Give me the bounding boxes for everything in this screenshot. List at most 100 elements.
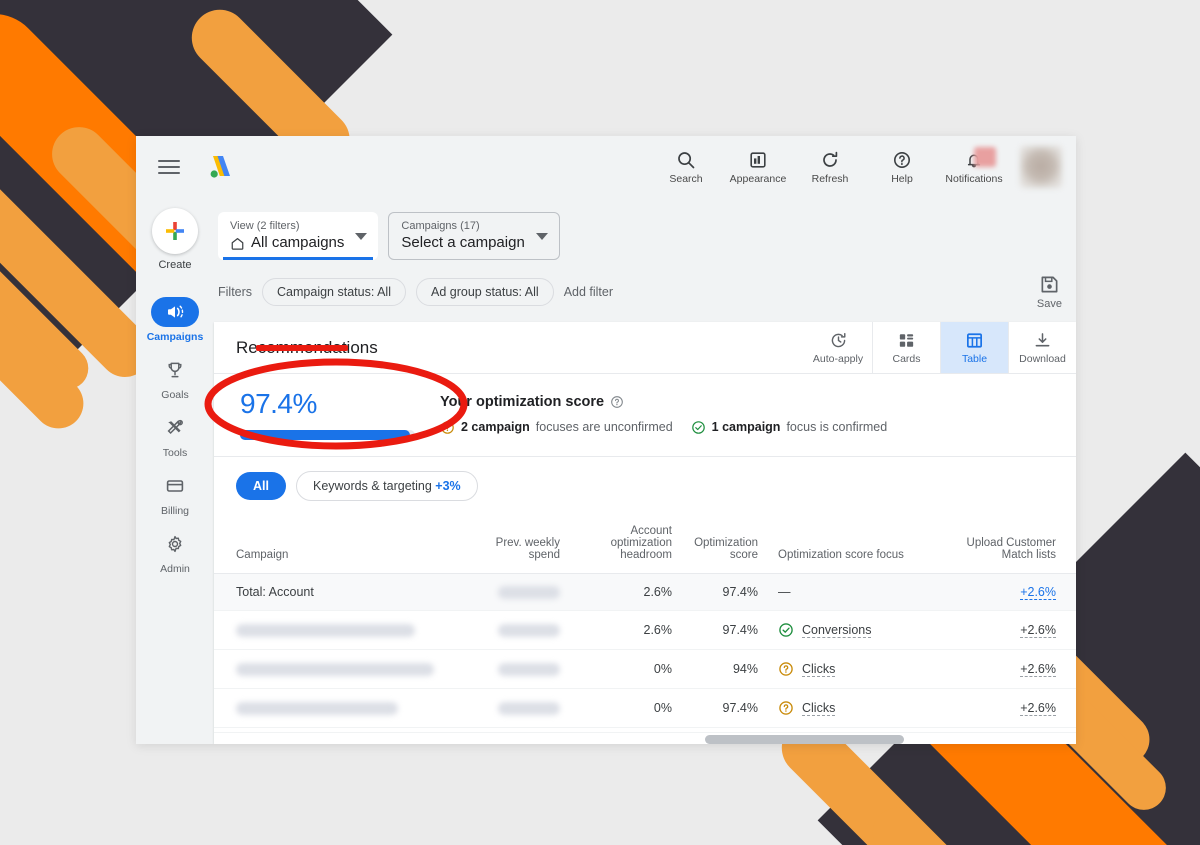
cell-headroom: 0% <box>570 688 682 728</box>
recommendations-table-wrap: Campaign Prev. weekly spend Account opti… <box>214 515 1076 744</box>
redacted-spend-value <box>498 623 560 637</box>
cell-optimization-score: 97.4% <box>682 688 768 728</box>
topbar-item-search[interactable]: Search <box>650 150 722 185</box>
sidebar-label-goals: Goals <box>161 389 189 401</box>
cell-optimization-score: 97.4% <box>682 610 768 650</box>
cell-focus[interactable]: Clicks <box>768 649 938 689</box>
topbar-item-notifications[interactable]: Notifications <box>938 146 1010 185</box>
google-ads-logo <box>206 154 236 180</box>
sidebar-item-goals[interactable]: Goals <box>136 349 214 405</box>
redacted-spend-value <box>498 585 560 599</box>
horizontal-scrollbar[interactable] <box>214 732 1076 744</box>
th-campaign[interactable]: Campaign <box>214 515 454 574</box>
upload-delta-value[interactable]: +2.6% <box>1020 662 1056 677</box>
score-left: 97.4% <box>218 388 430 440</box>
view-selector-value: All campaigns <box>251 234 345 251</box>
table-row[interactable]: 0% 97.4% Clicks +2.6% <box>214 688 1076 728</box>
filter-chip-ad-group-status[interactable]: Ad group status: All <box>415 278 554 306</box>
cell-extra <box>1066 688 1076 728</box>
th-prev-weekly-spend[interactable]: Prev. weekly spend <box>454 515 570 574</box>
cell-upload[interactable]: +2.6% <box>938 649 1066 689</box>
help-icon <box>894 151 910 168</box>
topbar-label-help: Help <box>891 172 913 185</box>
topbar-item-refresh[interactable]: Refresh <box>794 150 866 185</box>
table-row[interactable]: Total: Account 2.6% 97.4% — +2.6% <box>214 573 1076 611</box>
filters-label: Filters <box>218 285 253 299</box>
view-mode-download[interactable]: Download <box>1008 322 1076 373</box>
filters-row: Filters Campaign status: All Ad group st… <box>214 260 1076 322</box>
sidebar-item-admin[interactable]: Admin <box>136 523 214 579</box>
th-extra-column[interactable] <box>1066 515 1076 574</box>
upload-delta-value[interactable]: +2.6% <box>1020 623 1056 638</box>
table-row[interactable]: 2.6% 97.4% Conversions +2.6% <box>214 610 1076 650</box>
main-content: View (2 filters) All campaigns Campaigns… <box>214 198 1076 744</box>
focus-cell[interactable]: Clicks <box>778 661 928 677</box>
cell-focus[interactable]: Conversions <box>768 610 938 650</box>
cell-extra <box>1066 649 1076 689</box>
sidebar-label-billing: Billing <box>160 505 189 517</box>
sidebar-label-campaigns: Campaigns <box>146 331 204 343</box>
add-filter-button[interactable]: Add filter <box>564 285 613 299</box>
question-circle-amber-icon <box>779 701 793 715</box>
cell-upload[interactable]: +2.6% <box>938 688 1066 728</box>
category-chip-all[interactable]: All <box>236 472 286 500</box>
score-right: Your optimization score 2 campaign focus… <box>440 394 1076 435</box>
sidebar-item-tools[interactable]: Tools <box>136 407 214 463</box>
score-subline: 2 campaign focuses are unconfirmed 1 cam… <box>440 420 1076 435</box>
score-progress-track <box>240 430 415 440</box>
cell-optimization-score: 94% <box>682 649 768 689</box>
cell-upload[interactable]: +2.6% <box>938 573 1066 611</box>
hamburger-menu-icon[interactable] <box>158 160 180 174</box>
topbar-item-help[interactable]: Help <box>866 150 938 185</box>
view-mode-table[interactable]: Table <box>940 322 1008 373</box>
cell-focus[interactable]: — <box>768 573 938 611</box>
view-mode-auto-apply[interactable]: Auto-apply <box>804 322 872 373</box>
sidebar-item-campaigns[interactable]: Campaigns <box>136 291 214 347</box>
cell-campaign[interactable]: Total: Account <box>214 573 454 611</box>
save-label: Save <box>1036 298 1062 310</box>
chevron-down-icon <box>535 233 548 240</box>
score-heading: Your optimization score <box>440 394 1076 410</box>
th-account-optimization-headroom[interactable]: Account optimization headroom <box>570 515 682 574</box>
sidebar-item-billing[interactable]: Billing <box>136 465 214 521</box>
th-optimization-score[interactable]: Optimization score <box>682 515 768 574</box>
category-chip-keywords-delta: +3% <box>435 479 461 493</box>
megaphone-icon <box>168 305 184 319</box>
save-button[interactable]: Save <box>1037 274 1062 310</box>
focus-cell[interactable]: Clicks <box>778 700 928 716</box>
th-optimization-score-focus[interactable]: Optimization score focus <box>768 515 938 574</box>
cell-prev-weekly-spend <box>454 573 570 611</box>
help-circle-icon <box>611 395 623 408</box>
scrollbar-thumb[interactable] <box>705 735 904 744</box>
table-header-row: Campaign Prev. weekly spend Account opti… <box>214 515 1076 574</box>
score-heading-text: Your optimization score <box>440 393 605 410</box>
create-button[interactable]: Create <box>152 208 198 271</box>
focus-label: Clicks <box>802 661 836 677</box>
th-upload-customer-match-lists[interactable]: Upload Customer Match lists <box>938 515 1066 574</box>
topbar-label-notifications: Notifications <box>945 172 1003 185</box>
cell-upload[interactable]: +2.6% <box>938 610 1066 650</box>
appearance-icon <box>750 151 766 168</box>
topbar-item-appearance[interactable]: Appearance <box>722 150 794 185</box>
focus-cell[interactable]: Conversions <box>778 622 928 638</box>
score-confirmed-text: focus is confirmed <box>786 420 888 434</box>
account-avatar[interactable] <box>1020 146 1062 188</box>
goals-pill <box>151 355 199 385</box>
view-selector[interactable]: View (2 filters) All campaigns <box>218 212 379 260</box>
chevron-down-icon <box>355 233 368 240</box>
category-chip-keywords[interactable]: Keywords & targeting +3% <box>295 471 478 501</box>
table-icon <box>966 332 983 348</box>
view-mode-label-cards: Cards <box>892 352 921 365</box>
campaign-selector[interactable]: Campaigns (17) Select a campaign <box>388 212 560 260</box>
cell-campaign[interactable] <box>214 688 454 728</box>
upload-delta-value[interactable]: +2.6% <box>1020 701 1056 716</box>
credit-card-icon <box>166 480 184 492</box>
view-mode-cards[interactable]: Cards <box>872 322 940 373</box>
table-row[interactable]: 0% 94% Clicks +2.6% <box>214 649 1076 689</box>
cell-campaign[interactable] <box>214 649 454 689</box>
campaign-selector-sublabel: Campaigns (17) <box>401 220 480 232</box>
upload-delta-value[interactable]: +2.6% <box>1020 585 1056 600</box>
cell-campaign[interactable] <box>214 610 454 650</box>
filter-chip-campaign-status[interactable]: Campaign status: All <box>262 278 406 306</box>
cell-focus[interactable]: Clicks <box>768 688 938 728</box>
